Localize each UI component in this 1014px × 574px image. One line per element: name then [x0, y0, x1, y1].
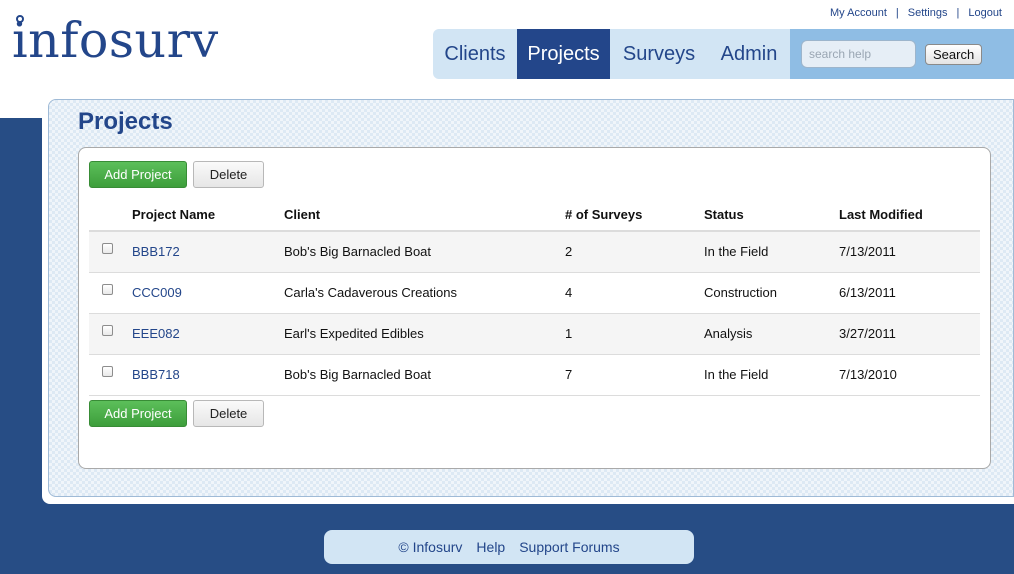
- status-cell: In the Field: [704, 354, 839, 396]
- page-title: Projects: [78, 108, 173, 135]
- modified-cell: 3/27/2011: [839, 313, 980, 355]
- table-row: BBB718 Bob's Big Barnacled Boat 7 In the…: [89, 354, 980, 396]
- table-header-row: Project Name Client # of Surveys Status …: [89, 198, 980, 232]
- project-link[interactable]: CCC009: [132, 285, 182, 300]
- footer: © Infosurv Help Support Forums: [324, 530, 694, 564]
- my-account-link[interactable]: My Account: [830, 7, 887, 19]
- client-cell: Bob's Big Barnacled Boat: [284, 354, 565, 396]
- modified-cell: 7/13/2010: [839, 354, 980, 396]
- separator: |: [956, 7, 960, 19]
- brand-logo[interactable]: infosurv: [12, 6, 219, 76]
- modified-cell: 6/13/2011: [839, 272, 980, 314]
- search-area: Search: [790, 29, 1014, 79]
- table-row: EEE082 Earl's Expedited Edibles 1 Analys…: [89, 313, 980, 355]
- header-select: [89, 198, 132, 232]
- header-project-name[interactable]: Project Name: [132, 198, 284, 232]
- client-cell: Bob's Big Barnacled Boat: [284, 231, 565, 273]
- tab-clients[interactable]: Clients: [433, 29, 517, 79]
- tab-admin[interactable]: Admin: [708, 29, 790, 79]
- add-project-button[interactable]: Add Project: [89, 161, 187, 188]
- status-cell: In the Field: [704, 231, 839, 273]
- footer-help-link[interactable]: Help: [476, 539, 505, 555]
- surveys-cell: 2: [565, 231, 704, 273]
- header-last-modified[interactable]: Last Modified: [839, 198, 980, 232]
- table-row: BBB172 Bob's Big Barnacled Boat 2 In the…: [89, 231, 980, 273]
- delete-button-bottom[interactable]: Delete: [193, 400, 264, 427]
- header-status[interactable]: Status: [704, 198, 839, 232]
- tab-surveys[interactable]: Surveys: [610, 29, 708, 79]
- row-checkbox[interactable]: [102, 325, 113, 337]
- modified-cell: 7/13/2011: [839, 231, 980, 273]
- project-link[interactable]: BBB718: [132, 367, 180, 382]
- delete-button[interactable]: Delete: [193, 161, 264, 188]
- header-client[interactable]: Client: [284, 198, 565, 232]
- search-input[interactable]: [801, 40, 916, 68]
- separator: |: [895, 7, 899, 19]
- row-checkbox[interactable]: [102, 243, 113, 255]
- project-link[interactable]: EEE082: [132, 326, 180, 341]
- settings-link[interactable]: Settings: [908, 7, 948, 19]
- logout-link[interactable]: Logout: [968, 7, 1002, 19]
- client-cell: Earl's Expedited Edibles: [284, 313, 565, 355]
- row-checkbox[interactable]: [102, 366, 113, 378]
- surveys-cell: 7: [565, 354, 704, 396]
- status-cell: Construction: [704, 272, 839, 314]
- add-project-button-bottom[interactable]: Add Project: [89, 400, 187, 427]
- projects-table: Project Name Client # of Surveys Status …: [89, 198, 980, 396]
- surveys-cell: 4: [565, 272, 704, 314]
- project-link[interactable]: BBB172: [132, 244, 180, 259]
- status-cell: Analysis: [704, 313, 839, 355]
- header-surveys[interactable]: # of Surveys: [565, 198, 704, 232]
- search-button[interactable]: Search: [925, 43, 983, 65]
- tab-projects[interactable]: Projects: [517, 29, 610, 79]
- footer-copyright-link[interactable]: © Infosurv: [398, 539, 462, 555]
- client-cell: Carla's Cadaverous Creations: [284, 272, 565, 314]
- account-links: My Account | Settings | Logout: [830, 7, 1002, 19]
- logo-swirl-icon: [16, 15, 24, 23]
- main-nav: Clients Projects Surveys Admin Search: [433, 29, 1014, 79]
- row-checkbox[interactable]: [102, 284, 113, 296]
- surveys-cell: 1: [565, 313, 704, 355]
- table-row: CCC009 Carla's Cadaverous Creations 4 Co…: [89, 272, 980, 314]
- footer-forums-link[interactable]: Support Forums: [519, 539, 619, 555]
